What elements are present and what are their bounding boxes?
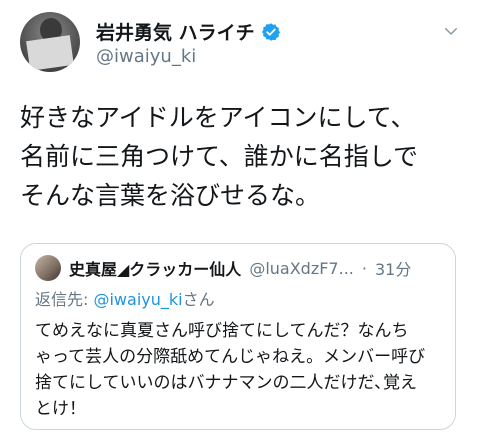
- quoted-timestamp: 31分: [374, 260, 412, 279]
- quoted-author-handle: @luaXdzF7...: [249, 258, 354, 278]
- quoted-text-line: てめえなに真夏さん呼び捨てにしてんだ？なんち: [35, 321, 409, 341]
- quoted-tweet-text: てめえなに真夏さん呼び捨てにしてんだ？なんち ゃって芸人の分際舐めてんじゃねえ。…: [35, 318, 441, 422]
- tweet-text: 好きなアイドルをアイコンにして、 名前に三角つけて、誰かに名指しで そんな言葉を…: [20, 98, 460, 215]
- author-name-row: 岩井勇気 ハライチ: [96, 18, 281, 45]
- chevron-down-icon[interactable]: [442, 22, 460, 40]
- reply-prefix: 返信先:: [35, 290, 94, 309]
- tweet-text-line: 名前に三角つけて、誰かに名指しで: [20, 142, 419, 171]
- reply-mention-link[interactable]: @iwaiyu_ki: [93, 290, 182, 309]
- quoted-text-line: とけ！: [35, 399, 86, 419]
- quoted-text-line: 捨てにしていいのはバナナマンの二人だけだ､覚え: [35, 373, 417, 393]
- quoted-reply-context: 返信先: @iwaiyu_kiさん: [35, 286, 441, 310]
- quoted-author-avatar: [35, 255, 61, 281]
- author-display-name[interactable]: 岩井勇気 ハライチ: [96, 18, 255, 45]
- quoted-tweet-header: 史真屋◢クラッカー仙人 @luaXdzF7... · 31分: [35, 254, 441, 282]
- verified-badge-icon: [261, 22, 280, 41]
- author-handle[interactable]: @iwaiyu_ki: [96, 46, 196, 67]
- reply-suffix: さん: [182, 290, 215, 309]
- tweet-text-line: 好きなアイドルをアイコンにして、: [20, 103, 416, 132]
- quoted-text-line: ゃって芸人の分際舐めてんじゃねえ。メンバー呼び: [35, 347, 426, 367]
- quoted-tweet-card[interactable]: 史真屋◢クラッカー仙人 @luaXdzF7... · 31分 返信先: @iwa…: [20, 243, 456, 430]
- quoted-author-name: 史真屋◢クラッカー仙人: [69, 260, 242, 279]
- tweet-header: 岩井勇気 ハライチ @iwaiyu_ki: [20, 12, 460, 74]
- quoted-separator: ·: [361, 258, 367, 278]
- tweet-text-line: そんな言葉を浴びせるな。: [20, 181, 321, 210]
- author-avatar[interactable]: [20, 12, 80, 72]
- avatar-newspaper-shape: [26, 35, 74, 71]
